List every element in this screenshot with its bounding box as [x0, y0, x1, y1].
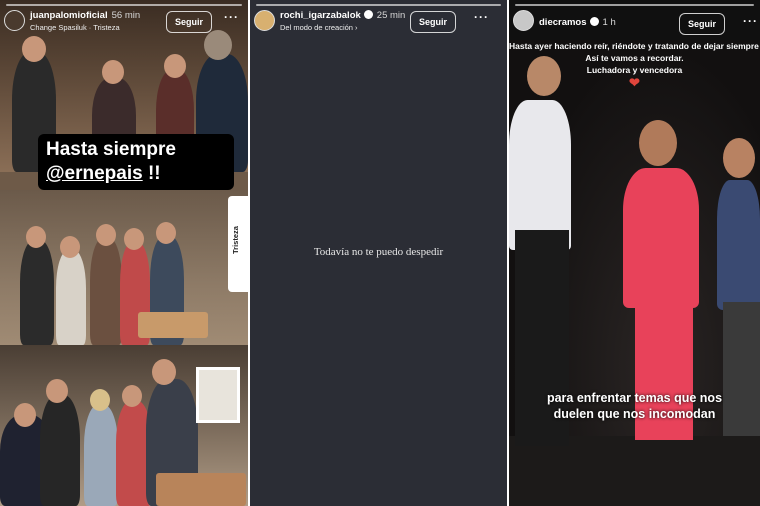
music-sticker[interactable]: Tristeza: [228, 196, 248, 292]
story-header: rochi_igarzabalok 25 min Del modo de crea…: [250, 0, 507, 40]
username[interactable]: juanpalomioficial 56 min: [30, 10, 140, 21]
video-subtitle: para enfrentar temas que nos duelen que …: [509, 390, 760, 422]
audio-line[interactable]: Change Spasiluk · Tristeza: [30, 23, 120, 32]
post-time: 56 min: [111, 10, 141, 21]
verified-icon: [363, 10, 373, 19]
subtitle-line-1: para enfrentar temas que nos: [546, 391, 723, 405]
caption-line-1: Hasta siempre: [46, 139, 176, 160]
verified-icon: [589, 17, 599, 26]
story-header: juanpalomioficial 56 min Change Spasiluk …: [0, 0, 248, 40]
progress-bar: [515, 4, 754, 6]
more-options-icon[interactable]: ···: [474, 10, 489, 24]
story-panel-diecramos[interactable]: Hasta ayer haciendo reír, riéndote y tra…: [509, 0, 760, 506]
music-sticker-label: Tristeza: [231, 226, 240, 254]
progress-bar: [6, 4, 242, 6]
caption-suffix: !!: [142, 163, 161, 184]
username[interactable]: rochi_igarzabalok 25 min: [280, 10, 405, 21]
subtitle-line-2: duelen que nos incomodan: [553, 407, 716, 421]
group-photo-middle: [0, 190, 248, 345]
more-options-icon[interactable]: ···: [224, 10, 239, 24]
mention-link[interactable]: @ernepais: [46, 163, 143, 184]
story-caption: Hasta ayer haciendo reír, riéndote y tra…: [509, 40, 760, 90]
avatar[interactable]: [513, 10, 534, 31]
post-time: 1 h: [602, 17, 616, 28]
username[interactable]: diecramos 1 h: [539, 17, 616, 28]
caption-line-2: Así te vamos a recordar.: [585, 53, 684, 63]
progress-bar: [256, 4, 501, 6]
group-photo-bottom: [0, 345, 248, 506]
create-mode-link[interactable]: Del modo de creación ›: [280, 23, 358, 32]
story-panel-juanpalomioficial[interactable]: Hasta siempre @ernepais !! Tristeza juan…: [0, 0, 248, 506]
story-panel-rochi-igarzabalok[interactable]: rochi_igarzabalok 25 min Del modo de crea…: [250, 0, 507, 506]
story-header: diecramos 1 h Seguir ···: [509, 0, 760, 40]
follow-button[interactable]: Seguir: [410, 11, 457, 33]
more-options-icon[interactable]: ···: [743, 14, 758, 28]
caption-line-1: Hasta ayer haciendo reír, riéndote y tra…: [509, 41, 760, 51]
stage-photo: [509, 40, 760, 506]
avatar[interactable]: [254, 10, 275, 31]
post-time: 25 min: [376, 10, 406, 21]
story-caption: Hasta siempre @ernepais !!: [38, 134, 234, 190]
follow-button[interactable]: Seguir: [166, 11, 213, 33]
follow-button[interactable]: Seguir: [679, 13, 726, 35]
avatar[interactable]: [4, 10, 25, 31]
heart-icon: ❤: [629, 75, 640, 90]
story-text: Todavía no te puedo despedir: [313, 246, 444, 258]
